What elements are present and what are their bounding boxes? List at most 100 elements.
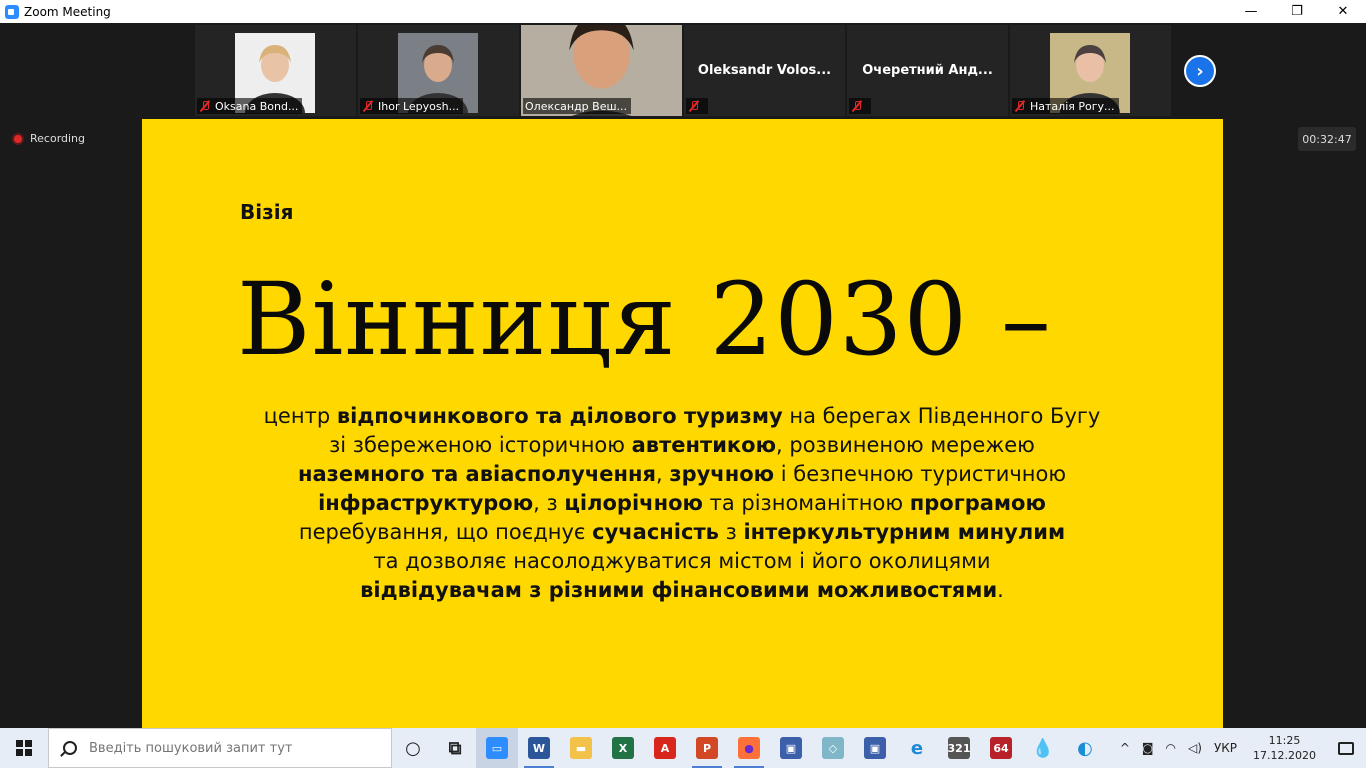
slide-body-line: зі збереженою історичною автентикою, роз… xyxy=(202,431,1162,460)
participant-label: Олександр Веш... xyxy=(523,98,632,114)
media-player-taskbar-button[interactable]: 321 xyxy=(938,728,980,768)
file-explorer-icon: ▬ xyxy=(570,737,592,759)
zoom-logo-icon xyxy=(5,4,19,19)
slide-text-phrase: і безпечною туристичною xyxy=(774,462,1067,486)
slide-text-phrase: . xyxy=(997,578,1004,602)
shared-screen-slide: Візія Вінниця 2030 – центр відпочинковог… xyxy=(142,119,1223,728)
recording-label: Recording xyxy=(30,132,86,145)
slide-text-phrase: , з xyxy=(533,491,565,515)
slide-body-line: наземного та авіасполучення, зручною і б… xyxy=(202,460,1162,489)
internet-explorer-icon: e xyxy=(910,737,924,759)
save-disk-2-taskbar-button[interactable]: ▣ xyxy=(854,728,896,768)
slide-bold-phrase: програмою xyxy=(909,491,1046,515)
firefox-icon: ● xyxy=(738,737,760,759)
taskbar-search-box[interactable] xyxy=(48,728,392,768)
meeting-area: Oksana Bond... Ihor Lepyosh... Олександр В… xyxy=(0,23,1366,728)
participant-strip: Oksana Bond... Ihor Lepyosh... Олександр В… xyxy=(195,25,1173,116)
internet-explorer-taskbar-button[interactable]: e xyxy=(896,728,938,768)
slide-body-line: відвідувачам з різними фінансовими можли… xyxy=(202,576,1162,605)
task-view-icon: ⧉ xyxy=(448,737,462,759)
game-icon: 64 xyxy=(990,737,1012,759)
participant-tile[interactable]: Oleksandr Volos... xyxy=(684,25,845,116)
save-disk-icon: ▣ xyxy=(780,737,802,759)
excel-taskbar-button[interactable]: X xyxy=(602,728,644,768)
participant-tile[interactable]: Ihor Lepyosh... xyxy=(358,25,519,116)
window-title: Zoom Meeting xyxy=(24,4,111,19)
slide-body-line: перебування, що поєднує сучасність з інт… xyxy=(202,518,1162,547)
system-tray: ^ ◙ ◠ ◁) УКР 11:25 17.12.2020 xyxy=(1114,728,1366,768)
acrobat-taskbar-button[interactable]: A xyxy=(644,728,686,768)
slide-bold-phrase: відвідувачам з різними фінансовими можли… xyxy=(360,578,998,602)
volume-icon[interactable]: ◁) xyxy=(1182,741,1208,755)
participant-tile[interactable]: Наталія Рогу... xyxy=(1010,25,1171,116)
slide-bold-phrase: відпочинкового та ділового туризму xyxy=(336,404,783,428)
taskbar-clock[interactable]: 11:25 17.12.2020 xyxy=(1243,733,1326,763)
search-icon xyxy=(63,741,77,755)
next-page-button[interactable]: › xyxy=(1184,55,1216,87)
word-taskbar-button[interactable]: W xyxy=(518,728,560,768)
powerpoint-taskbar-button[interactable]: P xyxy=(686,728,728,768)
clock-time: 11:25 xyxy=(1268,734,1301,747)
notification-center-icon[interactable] xyxy=(1326,728,1366,768)
maximize-button[interactable]: ❐ xyxy=(1274,0,1320,23)
file-explorer-taskbar-button[interactable]: ▬ xyxy=(560,728,602,768)
recording-indicator[interactable]: Recording xyxy=(12,132,85,145)
slide-text-phrase: центр xyxy=(263,404,337,428)
participant-name: Oksana Bond... xyxy=(215,99,299,113)
cortana-icon: ○ xyxy=(405,737,421,759)
participant-name-display: Очеретний Анд... xyxy=(862,63,993,78)
slide-text-phrase: зі збереженою історичною xyxy=(329,433,632,457)
slide-bold-phrase: інтеркультурним минулим xyxy=(743,520,1066,544)
notes-taskbar-button[interactable]: ◇ xyxy=(812,728,854,768)
slide-text-phrase: на берегах Південного Бугу xyxy=(782,404,1101,428)
mic-muted-icon xyxy=(688,100,700,112)
wifi-icon[interactable]: ◠ xyxy=(1160,741,1182,755)
paint-drop-taskbar-button[interactable]: 💧 xyxy=(1022,728,1064,768)
participant-label: Ihor Lepyosh... xyxy=(360,98,464,114)
participant-tile[interactable]: Олександр Веш... xyxy=(521,25,682,116)
slide-bold-phrase: сучасність xyxy=(592,520,719,544)
participant-name: Наталія Рогу... xyxy=(1030,99,1115,113)
edge-taskbar-button[interactable]: ◐ xyxy=(1064,728,1106,768)
save-disk-taskbar-button[interactable]: ▣ xyxy=(770,728,812,768)
language-indicator[interactable]: УКР xyxy=(1208,741,1243,755)
clock-date: 17.12.2020 xyxy=(1253,749,1316,762)
participant-label xyxy=(849,98,871,114)
save-disk-2-icon: ▣ xyxy=(864,737,886,759)
slide-text-phrase: та різноманітною xyxy=(702,491,910,515)
slide-text-phrase: та дозволяє насолоджуватися містом і йог… xyxy=(373,549,991,573)
slide-text-phrase: з xyxy=(718,520,744,544)
word-icon: W xyxy=(528,737,550,759)
record-dot-icon xyxy=(12,132,24,145)
minimize-button[interactable]: — xyxy=(1228,0,1274,23)
search-input[interactable] xyxy=(89,740,369,756)
firefox-taskbar-button[interactable]: ● xyxy=(728,728,770,768)
acrobat-icon: A xyxy=(654,737,676,759)
slide-title: Вінниця 2030 – xyxy=(237,261,1052,378)
slide-body-line: та дозволяє насолоджуватися містом і йог… xyxy=(202,547,1162,576)
slide-bold-phrase: цілорічною xyxy=(564,491,703,515)
start-button[interactable] xyxy=(0,728,48,768)
participant-tile[interactable]: Oksana Bond... xyxy=(195,25,356,116)
powerpoint-icon: P xyxy=(696,737,718,759)
window-controls: — ❐ ✕ xyxy=(1228,0,1366,23)
meeting-timer: 00:32:47 xyxy=(1298,127,1356,151)
participant-label: Наталія Рогу... xyxy=(1012,98,1119,114)
paint-drop-icon: 💧 xyxy=(1031,737,1055,759)
tray-overflow-chevron-icon[interactable]: ^ xyxy=(1114,741,1136,755)
mic-muted-icon xyxy=(362,100,374,112)
participant-label xyxy=(686,98,708,114)
mic-muted-icon xyxy=(199,100,211,112)
task-view-taskbar-button[interactable]: ⧉ xyxy=(434,728,476,768)
slide-bold-phrase: зручною xyxy=(669,462,775,486)
window-titlebar: Zoom Meeting — ❐ ✕ xyxy=(0,0,1366,23)
zoom-app-taskbar-button[interactable]: ▭ xyxy=(476,728,518,768)
participant-tile[interactable]: Очеретний Анд... xyxy=(847,25,1008,116)
participant-name: Ihor Lepyosh... xyxy=(378,99,460,113)
close-button[interactable]: ✕ xyxy=(1320,0,1366,23)
camera-tray-icon[interactable]: ◙ xyxy=(1136,741,1160,755)
windows-logo-icon xyxy=(16,740,32,756)
game-taskbar-button[interactable]: 64 xyxy=(980,728,1022,768)
cortana-taskbar-button[interactable]: ○ xyxy=(392,728,434,768)
windows-taskbar: ○ ⧉ ▭ W ▬ XAP ● ▣ ◇ ▣ e 321 64 💧 ◐ ^ ◙ ◠ ◁) УКР 11:25 … xyxy=(0,728,1366,768)
